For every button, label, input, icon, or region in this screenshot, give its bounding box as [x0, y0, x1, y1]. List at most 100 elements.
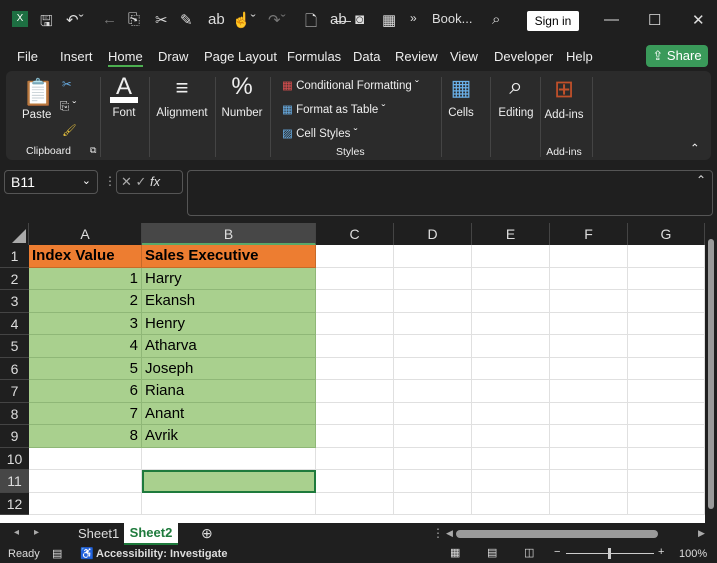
cell-F4[interactable]: [550, 312, 628, 335]
cell-F2[interactable]: [550, 267, 628, 290]
maximize-icon[interactable]: ☐: [648, 11, 661, 29]
sign-in-button[interactable]: Sign in: [527, 11, 579, 31]
editing-button[interactable]: Editing: [492, 107, 540, 119]
sheet-tab-sheet1[interactable]: Sheet1: [78, 526, 119, 541]
cell-G4[interactable]: [628, 312, 705, 335]
formula-input[interactable]: ⌃: [187, 170, 713, 216]
cell-D8[interactable]: [394, 402, 472, 425]
cell-A12[interactable]: [29, 492, 142, 515]
column-header-E[interactable]: E: [472, 223, 550, 245]
row-header-5[interactable]: 5: [0, 335, 29, 358]
column-header-B[interactable]: B: [142, 223, 316, 245]
cell-E11[interactable]: [472, 470, 550, 493]
zoom-level[interactable]: 100%: [679, 548, 707, 560]
copy-icon[interactable]: ⎘: [128, 11, 140, 28]
dialog-launcher-icon[interactable]: ⧉: [90, 145, 96, 156]
cell-E3[interactable]: [472, 290, 550, 313]
scroll-left-icon[interactable]: ◀: [446, 528, 453, 539]
format-painter-icon[interactable]: 🖌: [62, 123, 77, 137]
cell-E5[interactable]: [472, 335, 550, 358]
row-header-3[interactable]: 3: [0, 290, 29, 313]
cell-D2[interactable]: [394, 267, 472, 290]
cell-C1[interactable]: [316, 245, 394, 268]
cell-G6[interactable]: [628, 357, 705, 380]
cell-G5[interactable]: [628, 335, 705, 358]
cell-D10[interactable]: [394, 447, 472, 470]
cell-G11[interactable]: [628, 470, 705, 493]
redo-icon[interactable]: ↷ˇ: [268, 11, 286, 29]
cut-icon[interactable]: ✂: [62, 77, 72, 91]
row-header-2[interactable]: 2: [0, 267, 29, 290]
scroll-thumb[interactable]: [708, 239, 714, 509]
cell-C11[interactable]: [316, 470, 394, 493]
macro-icon[interactable]: ▤: [52, 547, 62, 560]
cell-D5[interactable]: [394, 335, 472, 358]
cell-F5[interactable]: [550, 335, 628, 358]
addins-icon[interactable]: ⊞: [550, 75, 578, 104]
sheet-tab-sheet2[interactable]: Sheet2: [124, 523, 178, 545]
select-all-button[interactable]: [0, 223, 29, 245]
column-header-F[interactable]: F: [550, 223, 628, 245]
form-icon[interactable]: ▦: [382, 11, 396, 29]
tab-home[interactable]: Home: [108, 49, 143, 67]
cell-D4[interactable]: [394, 312, 472, 335]
cell-A6[interactable]: 5: [29, 357, 142, 380]
tab-formulas[interactable]: Formulas: [287, 49, 341, 64]
cell-G12[interactable]: [628, 492, 705, 515]
cell-F9[interactable]: [550, 425, 628, 448]
cell-C10[interactable]: [316, 447, 394, 470]
paste-button[interactable]: Paste: [22, 109, 51, 121]
cell-A1[interactable]: Index Value: [29, 245, 142, 268]
cell-C4[interactable]: [316, 312, 394, 335]
cell-A9[interactable]: 8: [29, 425, 142, 448]
zoom-out-icon[interactable]: −: [554, 546, 560, 558]
zoom-slider-thumb[interactable]: [608, 548, 611, 559]
cell-A3[interactable]: 2: [29, 290, 142, 313]
cell-G1[interactable]: [628, 245, 705, 268]
cancel-icon[interactable]: ✕: [121, 174, 136, 189]
cell-B2[interactable]: Harry: [142, 267, 316, 290]
cell-C9[interactable]: [316, 425, 394, 448]
cell-F6[interactable]: [550, 357, 628, 380]
column-header-A[interactable]: A: [29, 223, 142, 245]
page-break-view-icon[interactable]: ◫: [524, 546, 534, 559]
cell-E2[interactable]: [472, 267, 550, 290]
name-box[interactable]: B11 ⌄: [4, 170, 98, 194]
cell-E6[interactable]: [472, 357, 550, 380]
cell-B8[interactable]: Anant: [142, 402, 316, 425]
zoom-in-icon[interactable]: +: [658, 546, 664, 558]
normal-view-icon[interactable]: ▦: [450, 546, 460, 559]
conditional-formatting-button[interactable]: ▦ Conditional Formatting ˇ: [282, 78, 419, 92]
row-header-9[interactable]: 9: [0, 425, 29, 448]
tab-file[interactable]: File: [17, 49, 38, 64]
new-file-icon[interactable]: 🗋: [305, 11, 317, 36]
column-header-D[interactable]: D: [394, 223, 472, 245]
vertical-scrollbar[interactable]: [705, 223, 717, 523]
cell-B11[interactable]: [142, 470, 316, 493]
expand-icon[interactable]: ⌃: [696, 173, 706, 187]
cell-B5[interactable]: Atharva: [142, 335, 316, 358]
cell-styles-button[interactable]: ▨ Cell Styles ˇ: [282, 126, 357, 140]
cell-C2[interactable]: [316, 267, 394, 290]
cell-A11[interactable]: [29, 470, 142, 493]
cell-B6[interactable]: Joseph: [142, 357, 316, 380]
save-icon[interactable]: 🖫: [40, 11, 53, 36]
cell-B7[interactable]: Riana: [142, 380, 316, 403]
tab-view[interactable]: View: [450, 49, 478, 64]
row-header-6[interactable]: 6: [0, 357, 29, 380]
close-icon[interactable]: ✕: [692, 11, 705, 29]
cell-D6[interactable]: [394, 357, 472, 380]
tab-page-layout[interactable]: Page Layout: [204, 49, 277, 64]
accessibility-status[interactable]: Accessibility: Investigate: [96, 548, 227, 560]
cell-C6[interactable]: [316, 357, 394, 380]
row-header-10[interactable]: 10: [0, 447, 29, 470]
cells-icon[interactable]: ▦: [446, 75, 476, 101]
cell-B1[interactable]: Sales Executive: [142, 245, 316, 268]
cells-button[interactable]: Cells: [446, 107, 476, 119]
addins-button[interactable]: Add-ins: [542, 109, 586, 121]
cell-E4[interactable]: [472, 312, 550, 335]
cell-D9[interactable]: [394, 425, 472, 448]
spreadsheet-grid[interactable]: A B C D E F G 1 Index Value Sales Executive 2 1 Harr…: [0, 223, 705, 523]
search-icon[interactable]: ⌕: [496, 73, 536, 101]
minimize-icon[interactable]: —: [604, 11, 619, 28]
